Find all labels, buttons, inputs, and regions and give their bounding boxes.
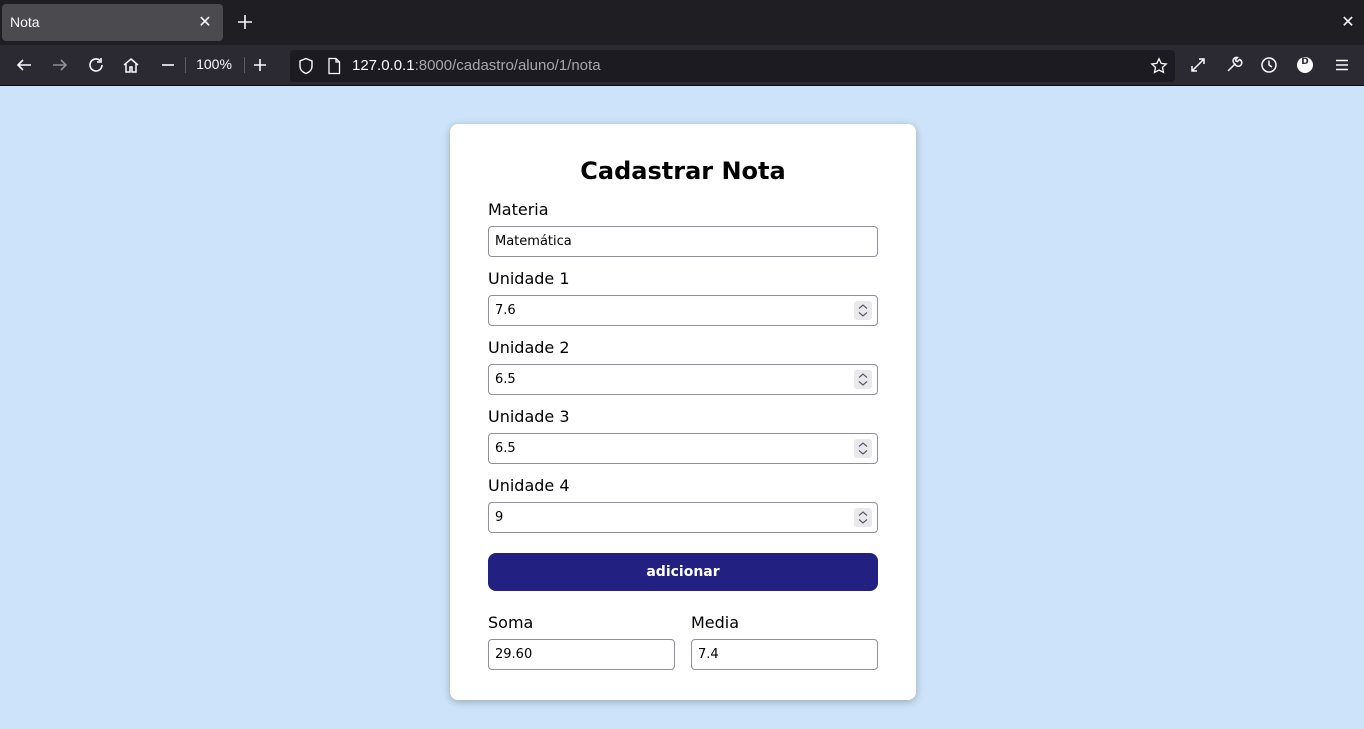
- unidade2-spinner[interactable]: [854, 370, 872, 389]
- unidade3-input[interactable]: 6.5: [488, 433, 878, 464]
- window-close-icon[interactable]: ✕: [1338, 12, 1358, 32]
- media-label: Media: [691, 613, 740, 632]
- materia-input[interactable]: Matemática: [488, 226, 878, 257]
- spinner-arrows-icon: [858, 442, 868, 455]
- soma-field[interactable]: 29.60: [488, 639, 675, 670]
- zoom-separator: [244, 57, 245, 73]
- tab-bar: Nota ✕ ✕: [0, 0, 1364, 45]
- profile-avatar[interactable]: D: [1294, 54, 1316, 76]
- url-bar[interactable]: 127.0.0.1:8000/cadastro/aluno/1/nota: [290, 50, 1175, 82]
- spinner-arrows-icon: [858, 511, 868, 524]
- unidade3-label: Unidade 3: [488, 407, 570, 426]
- browser-tab[interactable]: Nota ✕: [2, 4, 223, 41]
- reload-icon[interactable]: [85, 54, 107, 76]
- unidade4-spinner[interactable]: [854, 508, 872, 527]
- history-clock-icon[interactable]: [1258, 54, 1280, 76]
- home-icon[interactable]: [120, 54, 142, 76]
- media-field[interactable]: 7.4: [691, 639, 878, 670]
- unidade3-spinner[interactable]: [854, 439, 872, 458]
- page-icon[interactable]: [323, 55, 345, 77]
- nota-form-card: Cadastrar Nota Materia Matemática Unidad…: [450, 124, 916, 700]
- forward-icon[interactable]: [49, 54, 71, 76]
- unidade3-value: 6.5: [495, 441, 516, 456]
- zoom-in-icon[interactable]: [249, 54, 271, 76]
- shield-icon[interactable]: [295, 55, 317, 77]
- url-path: :8000/cadastro/aluno/1/nota: [414, 57, 601, 74]
- bookmark-star-icon[interactable]: [1148, 55, 1170, 77]
- zoom-separator: [185, 57, 186, 73]
- spinner-arrows-icon: [858, 304, 868, 317]
- media-value: 7.4: [698, 647, 719, 662]
- menu-hamburger-icon[interactable]: [1331, 54, 1353, 76]
- tab-title: Nota: [10, 14, 40, 30]
- tab-close-icon[interactable]: ✕: [195, 12, 215, 32]
- unidade1-label: Unidade 1: [488, 269, 570, 288]
- wrench-icon[interactable]: [1223, 54, 1245, 76]
- new-tab-icon[interactable]: [234, 11, 256, 33]
- url-text[interactable]: 127.0.0.1:8000/cadastro/aluno/1/nota: [352, 57, 601, 74]
- back-icon[interactable]: [13, 54, 35, 76]
- unidade1-value: 7.6: [495, 303, 516, 318]
- zoom-level[interactable]: 100%: [192, 56, 236, 72]
- url-host: 127.0.0.1: [352, 57, 415, 74]
- materia-label: Materia: [488, 200, 549, 219]
- unidade2-label: Unidade 2: [488, 338, 570, 357]
- unidade1-spinner[interactable]: [854, 301, 872, 320]
- adicionar-button[interactable]: adicionar: [488, 553, 878, 591]
- profile-initial: D: [1301, 57, 1309, 67]
- unidade4-value: 9: [495, 510, 504, 525]
- unidade2-value: 6.5: [495, 372, 516, 387]
- page-title: Cadastrar Nota: [580, 157, 786, 185]
- soma-label: Soma: [488, 613, 534, 632]
- spinner-arrows-icon: [858, 373, 868, 386]
- nav-bar: 100% 127.0.0.1:8000/cadastro/aluno/1/not…: [0, 45, 1364, 86]
- unidade1-input[interactable]: 7.6: [488, 295, 878, 326]
- materia-value: Matemática: [495, 234, 572, 249]
- unidade4-label: Unidade 4: [488, 476, 570, 495]
- fullscreen-icon[interactable]: [1187, 54, 1209, 76]
- zoom-out-icon[interactable]: [157, 54, 179, 76]
- unidade4-input[interactable]: 9: [488, 502, 878, 533]
- unidade2-input[interactable]: 6.5: [488, 364, 878, 395]
- soma-value: 29.60: [495, 647, 533, 662]
